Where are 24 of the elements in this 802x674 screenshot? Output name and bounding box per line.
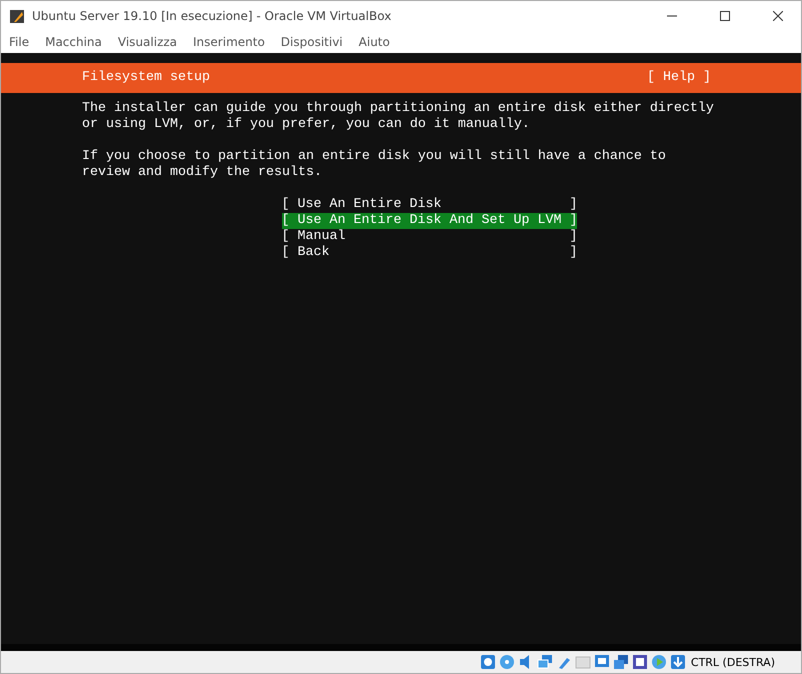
maximize-icon bbox=[720, 11, 730, 21]
menu-item[interactable]: Dispositivi bbox=[276, 35, 351, 49]
menu-item[interactable]: File bbox=[5, 35, 38, 49]
menu-option[interactable]: [ Use An Entire Disk ] bbox=[282, 197, 578, 213]
display-icon[interactable] bbox=[594, 654, 610, 670]
network-icon[interactable] bbox=[536, 654, 553, 670]
optical-disc-icon[interactable] bbox=[498, 654, 515, 670]
header-title: Filesystem setup bbox=[82, 70, 210, 86]
download-icon[interactable] bbox=[670, 654, 686, 670]
menu-item[interactable]: Aiuto bbox=[354, 35, 398, 49]
capture-icon[interactable] bbox=[612, 654, 629, 670]
app-logo-icon[interactable] bbox=[9, 8, 25, 24]
help-button[interactable]: [ Help ] bbox=[647, 70, 711, 86]
menu-option[interactable]: [ Use An Entire Disk And Set Up LVM ] bbox=[282, 213, 578, 229]
menu-item[interactable]: Macchina bbox=[41, 35, 110, 49]
menu-option[interactable]: [ Manual ] bbox=[282, 229, 578, 245]
close-icon bbox=[773, 11, 783, 21]
menu-option[interactable]: [ Back ] bbox=[282, 245, 578, 261]
menu-item[interactable]: Visualizza bbox=[114, 35, 186, 49]
description-text: If you choose to partition an entire disk you will still have a chance to review and modify the results. bbox=[82, 149, 667, 181]
description-text: The installer can guide you through partitioning an entire disk either directly or using LVM, or, if you prefer, you can do it manually. bbox=[82, 101, 715, 133]
host-key-label: CTRL (DESTRA) bbox=[690, 656, 775, 668]
menu-item[interactable]: Inserimento bbox=[189, 35, 273, 49]
window-title: Ubuntu Server 19.10 [In esecuzione] - Oracle VM VirtualBox bbox=[32, 9, 392, 23]
